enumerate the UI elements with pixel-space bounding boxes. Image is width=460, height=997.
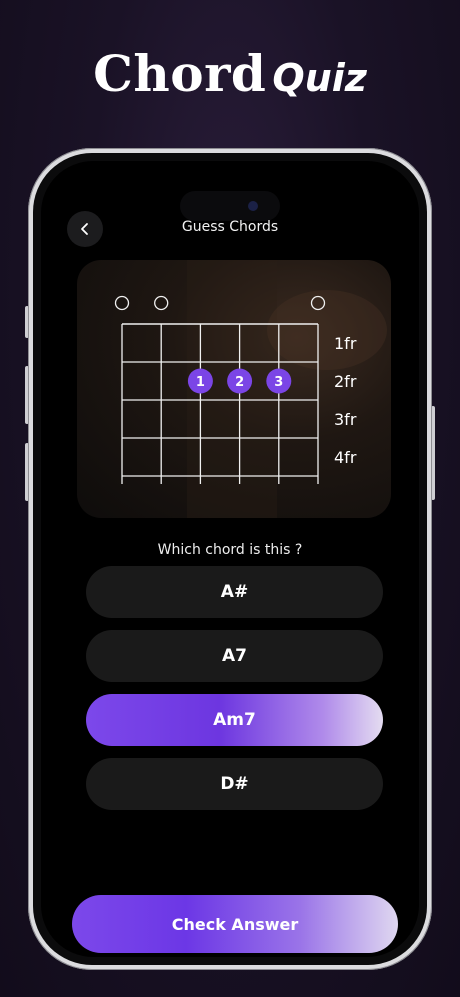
dynamic-island xyxy=(180,191,280,221)
headline-title: Chord xyxy=(93,44,267,103)
phone-frame: Guess Chords 1fr 2fr 3fr 4fr 1 2 3 Which chord… xyxy=(28,148,432,970)
fret-label: 3fr xyxy=(334,410,357,429)
answer-option[interactable]: A7 xyxy=(86,630,383,682)
phone-bezel: Guess Chords 1fr 2fr 3fr 4fr 1 2 3 Which chord… xyxy=(33,153,427,965)
open-string-marker xyxy=(114,295,130,311)
fret-label: 2fr xyxy=(334,372,357,391)
open-string-marker xyxy=(154,295,169,311)
check-answer-button[interactable]: Check Answer xyxy=(72,895,398,953)
question-text: Which chord is this ? xyxy=(157,542,303,558)
answer-option[interactable]: A# xyxy=(86,566,383,618)
headline-subtitle: Quiz xyxy=(272,56,367,100)
finger-number: 1 xyxy=(196,375,205,390)
promo-headline: Chord Quiz xyxy=(0,44,460,103)
guitar-head-backdrop xyxy=(267,290,387,370)
answer-option[interactable]: Am7 xyxy=(86,694,383,746)
page-title: Guess Chords xyxy=(181,219,279,235)
finger-number: 2 xyxy=(235,375,244,390)
fret-label: 4fr xyxy=(334,448,357,467)
finger-number: 3 xyxy=(274,375,283,390)
fret-label: 1fr xyxy=(334,334,357,353)
answer-option[interactable]: D# xyxy=(86,758,383,810)
chord-diagram: 1fr 2fr 3fr 4fr 1 2 3 xyxy=(114,260,387,518)
camera-icon xyxy=(248,201,258,211)
chord-diagram-card: 1fr 2fr 3fr 4fr 1 2 3 xyxy=(77,260,391,518)
app-screen: Guess Chords 1fr 2fr 3fr 4fr 1 2 3 Which chord… xyxy=(41,161,419,957)
